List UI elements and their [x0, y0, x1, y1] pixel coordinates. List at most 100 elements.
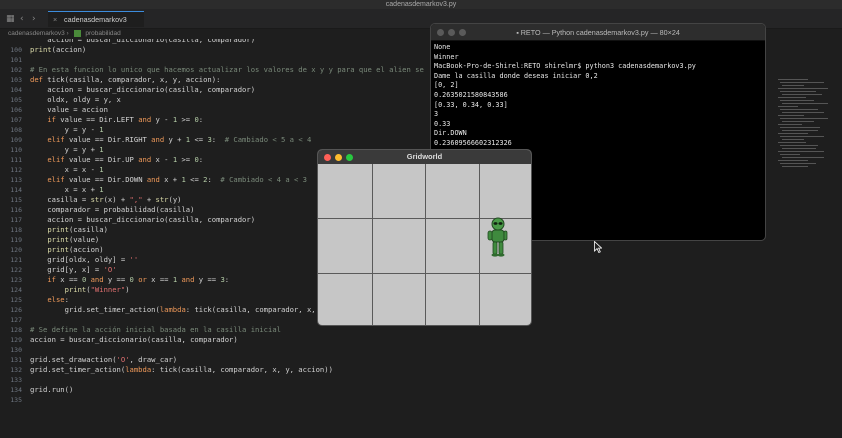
- minimap-line: [778, 151, 824, 152]
- code-line[interactable]: elif value == Dir.UP and x - 1 >= 0:: [30, 155, 203, 165]
- mouse-pointer-icon: [594, 241, 602, 253]
- forward-icon[interactable]: ›: [32, 9, 36, 29]
- code-line[interactable]: y = y + 1: [30, 145, 104, 155]
- code-line[interactable]: grid[oldx, oldy] = '': [30, 255, 138, 265]
- minimap-line: [782, 94, 822, 95]
- gridworld-title: Gridworld: [406, 152, 443, 161]
- minimap-line: [780, 163, 816, 164]
- line-number: 115: [10, 196, 22, 204]
- line-number: 102: [10, 66, 22, 74]
- zoom-window-button[interactable]: [459, 29, 466, 36]
- code-line[interactable]: oldx, oldy = y, x: [30, 95, 121, 105]
- line-number: 126: [10, 306, 22, 314]
- minimap-line: [778, 106, 798, 107]
- line-number: 125: [10, 296, 22, 304]
- terminal-line: 0.2635021580843586: [434, 90, 508, 99]
- minimap-line: [778, 88, 828, 89]
- line-number: 124: [10, 286, 22, 294]
- minimap-line: [778, 133, 808, 134]
- minimap-line: [780, 145, 818, 146]
- line-number: 129: [10, 336, 22, 344]
- line-number: 132: [10, 366, 22, 374]
- line-number: 118: [10, 226, 22, 234]
- line-number: 114: [10, 186, 22, 194]
- code-line[interactable]: x = x + 1: [30, 185, 104, 195]
- code-line[interactable]: if value == Dir.LEFT and y - 1 >= 0:: [30, 115, 203, 125]
- chevron-right-icon: ›: [66, 30, 69, 37]
- code-line[interactable]: print(casilla): [30, 225, 108, 235]
- code-line[interactable]: grid.run(): [30, 385, 73, 395]
- code-line[interactable]: y = y - 1: [30, 125, 104, 135]
- code-line[interactable]: grid.set_timer_action(lambda: tick(casil…: [30, 365, 333, 375]
- minimize-window-button[interactable]: [448, 29, 455, 36]
- back-icon[interactable]: ‹: [20, 9, 24, 29]
- line-number: 109: [10, 136, 22, 144]
- code-line[interactable]: print("Winner"): [30, 285, 130, 295]
- terminal-line: Dame la casilla donde deseas iniciar 0,2: [434, 71, 598, 80]
- line-number: 133: [10, 376, 22, 384]
- minimize-window-button[interactable]: [335, 153, 342, 161]
- minimap-line: [780, 118, 828, 119]
- editor-tab[interactable]: × cadenasdemarkov3: [48, 11, 144, 27]
- terminal-title-bar[interactable]: ▪ RETO — Python cadenasdemarkov3.py — 80…: [431, 24, 765, 41]
- minimap-line: [782, 85, 804, 86]
- grid-icon[interactable]: ▦: [6, 9, 15, 29]
- gridworld-title-bar[interactable]: Gridworld: [318, 150, 531, 164]
- minimap-line: [778, 97, 806, 98]
- code-line[interactable]: casilla = str(x) + "," + str(y): [30, 195, 181, 205]
- minimap-line: [782, 166, 808, 167]
- grid-line: [318, 273, 531, 274]
- line-number: 116: [10, 206, 22, 214]
- code-line[interactable]: def tick(casilla, comparador, x, y, acci…: [30, 75, 220, 85]
- code-line[interactable]: elif value == Dir.RIGHT and y + 1 <= 3: …: [30, 135, 311, 145]
- code-line[interactable]: grid.set_timer_action(lambda: tick(casil…: [30, 305, 316, 315]
- line-number: 120: [10, 246, 22, 254]
- code-line[interactable]: accion = buscar_diccionario(casilla, com…: [30, 85, 255, 95]
- close-window-button[interactable]: [437, 29, 444, 36]
- symbol-icon: [73, 29, 81, 37]
- terminal-line: [0, 2]: [434, 81, 459, 90]
- code-line[interactable]: accion = buscar_diccionario(casilla, com…: [30, 335, 238, 345]
- code-line[interactable]: # En esta funcion lo unico que hacemos a…: [30, 65, 424, 75]
- line-number: 113: [10, 176, 22, 184]
- code-line[interactable]: if x == 0 and y == 0 or x == 1 and y == …: [30, 275, 229, 285]
- terminal-line: Winner: [434, 52, 459, 61]
- minimap[interactable]: [770, 39, 842, 339]
- code-line[interactable]: grid[y, x] = 'O': [30, 265, 116, 275]
- line-number: 117: [10, 216, 22, 224]
- close-icon[interactable]: ×: [53, 12, 57, 27]
- minimap-line: [778, 115, 804, 116]
- code-line[interactable]: grid.set_drawaction('O', draw_car): [30, 355, 177, 365]
- code-line[interactable]: print(accion): [30, 45, 86, 55]
- breadcrumb-symbol[interactable]: probabilidad: [85, 30, 120, 37]
- terminal-line: 0.23609566602312326: [434, 138, 512, 147]
- minimap-line: [780, 136, 824, 137]
- line-number: 131: [10, 356, 22, 364]
- line-number: 112: [10, 166, 22, 174]
- zoom-window-button[interactable]: [346, 153, 353, 161]
- line-number: 127: [10, 316, 22, 324]
- line-number: 104: [10, 86, 22, 94]
- line-number: 110: [10, 146, 22, 154]
- code-line[interactable]: value = accion: [30, 105, 108, 115]
- line-number: 103: [10, 76, 22, 84]
- code-line[interactable]: accion = buscar_diccionario(casilla, com…: [30, 215, 255, 225]
- code-line[interactable]: x = x - 1: [30, 165, 104, 175]
- minimap-line: [780, 109, 818, 110]
- breadcrumb-file[interactable]: cadenasdemarkov3: [8, 30, 65, 37]
- close-window-button[interactable]: [324, 153, 331, 161]
- code-line[interactable]: elif value == Dir.DOWN and x + 1 <= 2: #…: [30, 175, 307, 185]
- line-number: 111: [10, 156, 22, 164]
- code-line[interactable]: print(value): [30, 235, 99, 245]
- code-line[interactable]: else:: [30, 295, 69, 305]
- minimap-line: [782, 157, 824, 158]
- minimap-line: [778, 79, 808, 80]
- grid-line: [479, 164, 480, 325]
- terminal-line: 0.33: [434, 119, 451, 128]
- line-number: 106: [10, 106, 22, 114]
- code-line[interactable]: comparador = probabilidad(casilla): [30, 205, 194, 215]
- tab-label: cadenasdemarkov3: [64, 15, 127, 24]
- minimap-line: [780, 154, 800, 155]
- code-line[interactable]: print(accion): [30, 245, 103, 255]
- code-line[interactable]: # Se define la acción inicial basada en …: [30, 325, 281, 335]
